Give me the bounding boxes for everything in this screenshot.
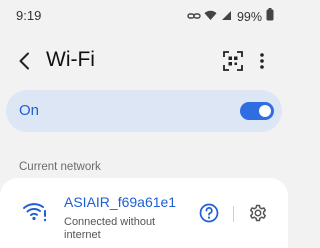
divider [233, 206, 234, 222]
status-bar: 9:19 99% [0, 0, 288, 30]
app-bar: Wi-Fi [0, 42, 288, 80]
cell-signal-icon [220, 8, 232, 26]
wifi-alert-icon [22, 200, 47, 222]
qr-scan-button[interactable] [222, 50, 244, 72]
qr-scan-icon [223, 51, 243, 71]
battery-icon [266, 8, 274, 26]
network-help-button[interactable] [199, 203, 219, 223]
network-name[interactable]: ASIAIR_f69a61e1 [64, 194, 176, 210]
wifi-status-icon [204, 8, 217, 26]
status-icons: 99% [187, 8, 274, 26]
status-time: 9:19 [16, 8, 42, 23]
page-title: Wi-Fi [46, 48, 95, 71]
current-network-card: ASIAIR_f69a61e1 Connected without intern… [0, 178, 288, 248]
battery-percent: 99% [236, 10, 262, 24]
more-options-button[interactable] [252, 50, 272, 72]
section-header-current-network: Current network [19, 161, 101, 173]
wifi-toggle-row[interactable]: On [6, 90, 282, 132]
network-status: Connected without internet [64, 216, 156, 241]
wifi-switch[interactable] [240, 102, 274, 120]
switch-knob [259, 105, 271, 117]
help-icon [199, 203, 219, 223]
link-icon [187, 8, 201, 26]
back-arrow-icon [19, 52, 29, 70]
back-button[interactable] [13, 50, 35, 72]
settings-gear-icon [249, 204, 267, 222]
wifi-toggle-label: On [19, 102, 40, 119]
more-vert-icon [260, 53, 264, 69]
network-settings-button[interactable] [248, 203, 268, 223]
